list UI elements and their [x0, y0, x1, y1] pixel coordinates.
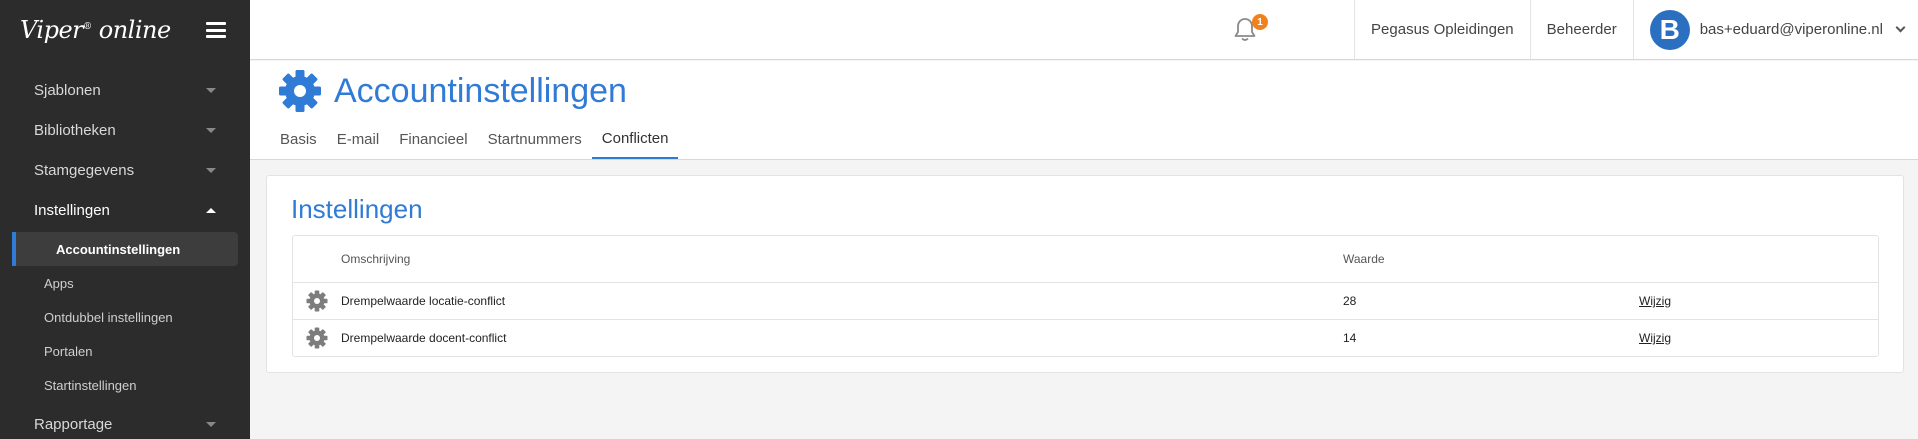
gear-icon: [293, 327, 341, 349]
caret-up-icon: [206, 207, 216, 213]
sidebar-subitem-portalen[interactable]: Portalen: [0, 334, 238, 368]
avatar: B: [1649, 9, 1690, 50]
row-description: Drempelwaarde docent-conflict: [341, 331, 507, 345]
tabs: Basis E-mail Financieel Startnummers Con…: [280, 119, 679, 159]
hamburger-icon[interactable]: [206, 22, 226, 38]
sidebar-submenu: Accountinstellingen Apps Ontdubbel inste…: [0, 230, 250, 404]
title-row: Accountinstellingen: [278, 69, 627, 113]
sidebar-subitem-apps[interactable]: Apps: [0, 266, 238, 300]
sidebar-subitem-accountinstellingen[interactable]: Accountinstellingen: [12, 232, 238, 266]
sidebar-item-sjablonen[interactable]: Sjablonen: [0, 70, 250, 110]
caret-down-icon: [206, 167, 216, 173]
sidebar-item-rapportage[interactable]: Rapportage: [0, 404, 250, 439]
sidebar-item-bibliotheken[interactable]: Bibliotheken: [0, 110, 250, 150]
sidebar-item-label: Rapportage: [34, 415, 113, 433]
row-value: 28: [1343, 294, 1357, 308]
notifications-button[interactable]: 1: [1190, 0, 1300, 59]
sidebar-item-label: Bibliotheken: [34, 121, 116, 139]
edit-link[interactable]: Wijzig: [1639, 294, 1671, 308]
tab-email[interactable]: E-mail: [327, 119, 390, 159]
tab-conflicten[interactable]: Conflicten: [591, 119, 679, 159]
tab-financieel[interactable]: Financieel: [389, 119, 477, 159]
table-row: Drempelwaarde docent-conflict 14 Wijzig: [293, 319, 1878, 356]
column-header-value: Waarde: [1343, 252, 1385, 266]
tab-startnummers[interactable]: Startnummers: [478, 119, 592, 159]
sidebar-item-instellingen[interactable]: Instellingen: [0, 190, 250, 230]
sidebar-subitem-startinstellingen[interactable]: Startinstellingen: [0, 368, 238, 402]
sidebar-item-label: Instellingen: [34, 201, 110, 219]
settings-panel: Instellingen Omschrijving Waarde Drempel…: [266, 175, 1904, 373]
row-description: Drempelwaarde locatie-conflict: [341, 294, 506, 308]
page-title: Accountinstellingen: [334, 71, 627, 110]
sidebar-item-stamgegevens[interactable]: Stamgegevens: [0, 150, 250, 190]
chevron-down-icon: [1895, 22, 1906, 33]
gear-icon: [279, 70, 321, 112]
sidebar: Viper® online Sjablonen Bibliotheken Sta…: [0, 0, 250, 439]
row-value: 14: [1343, 331, 1357, 345]
panel-title: Instellingen: [291, 194, 423, 224]
table-row: Drempelwaarde locatie-conflict 28 Wijzig: [293, 282, 1878, 319]
caret-down-icon: [206, 421, 216, 427]
column-header-description: Omschrijving: [341, 252, 411, 266]
organisation-link[interactable]: Pegasus Opleidingen: [1354, 0, 1530, 59]
tab-basis[interactable]: Basis: [280, 119, 327, 159]
page-header: Accountinstellingen Basis E-mail Financi…: [250, 61, 1918, 160]
user-email: bas+eduard@viperonline.nl: [1699, 21, 1883, 38]
caret-down-icon: [206, 87, 216, 93]
topbar: 1 Pegasus Opleidingen Beheerder B bas+ed…: [250, 0, 1918, 60]
edit-link[interactable]: Wijzig: [1639, 331, 1671, 345]
role-link[interactable]: Beheerder: [1529, 0, 1633, 59]
sidebar-nav: Sjablonen Bibliotheken Stamgegevens Inst…: [0, 60, 250, 439]
notification-badge: 1: [1252, 14, 1269, 30]
sidebar-item-label: Stamgegevens: [34, 161, 135, 179]
settings-table: Omschrijving Waarde Drempelwaarde locati…: [292, 235, 1879, 357]
gear-icon: [293, 290, 341, 312]
table-header: Omschrijving Waarde: [293, 236, 1878, 282]
sidebar-subitem-ontdubbel[interactable]: Ontdubbel instellingen: [0, 300, 238, 334]
app-logo[interactable]: Viper® online: [20, 16, 171, 44]
user-menu[interactable]: B bas+eduard@viperonline.nl: [1632, 0, 1918, 59]
sidebar-item-label: Sjablonen: [34, 81, 101, 99]
caret-down-icon: [206, 127, 216, 133]
logo-bar: Viper® online: [0, 0, 250, 60]
